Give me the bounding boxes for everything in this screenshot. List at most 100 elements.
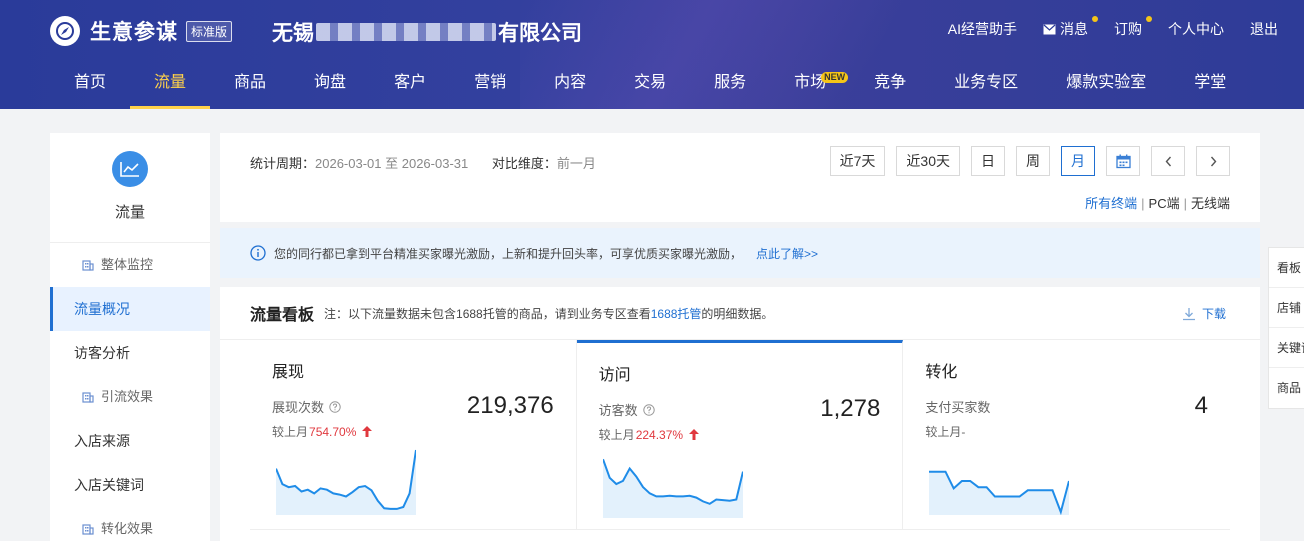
redacted-company-name bbox=[316, 23, 496, 41]
company-name: 无锡 有限公司 bbox=[272, 17, 582, 47]
terminal-switch: 所有终端 | PC端 | 无线端 bbox=[1085, 193, 1230, 212]
top-link-label: AI经营助手 bbox=[947, 21, 1017, 37]
building-icon bbox=[82, 392, 94, 403]
terminal-option-0[interactable]: 所有终端 bbox=[1085, 196, 1137, 211]
compare-label: 较上月 bbox=[598, 428, 635, 442]
nav-item-13[interactable]: 学堂 bbox=[1170, 60, 1250, 109]
sidebar-item-4[interactable]: 入店来源 bbox=[50, 419, 210, 463]
nav-label: 询盘 bbox=[314, 74, 347, 91]
terminal-separator: | bbox=[1183, 196, 1187, 211]
metric-value: 219,376 bbox=[466, 392, 554, 419]
sparkline-area bbox=[602, 459, 743, 518]
anchor-tab-2[interactable]: 关键词 bbox=[1269, 328, 1304, 368]
nav-label: 竞争 bbox=[874, 74, 907, 91]
sidebar-item-label: 入店关键词 bbox=[74, 477, 144, 493]
anchor-tab-1[interactable]: 店铺 bbox=[1269, 288, 1304, 328]
notice-text: 您的同行都已拿到平台精准买家曝光激励，上新和提升回头率，可享优质买家曝光激励， bbox=[274, 246, 743, 261]
metric-name: 支付买家数 bbox=[925, 400, 991, 415]
terminal-option-1[interactable]: PC端 bbox=[1149, 196, 1180, 211]
main-nav: 首页 流量 商品 询盘 客户 营销 内容 交易 服务 市场 NEW 竞争 业务专区 爆款实验室 学堂 bbox=[50, 60, 1250, 109]
nav-item-5[interactable]: 营销 bbox=[450, 60, 530, 109]
top-link-2[interactable]: 订购 bbox=[1114, 16, 1152, 39]
metric-label: 访客数 bbox=[599, 400, 655, 419]
metric-value: 4 bbox=[1194, 392, 1209, 419]
sparkline-area bbox=[276, 450, 416, 515]
period-button-0[interactable]: 近7天 bbox=[829, 146, 886, 176]
anchor-tab-0[interactable]: 看板 bbox=[1269, 248, 1304, 288]
sidebar-item-label: 入店来源 bbox=[74, 433, 130, 449]
chevron-left-button[interactable] bbox=[1151, 146, 1185, 176]
sidebar-header: 流量 bbox=[50, 133, 210, 243]
download-button[interactable]: 下载 bbox=[1182, 305, 1226, 322]
traffic-board: 流量看板 注：以下流量数据未包含1688托管的商品，请到业务专区查看1688托管… bbox=[220, 287, 1260, 541]
nav-item-2[interactable]: 商品 bbox=[210, 60, 290, 109]
period-button-4[interactable]: 月 bbox=[1061, 146, 1095, 176]
top-link-3[interactable]: 个人中心 bbox=[1168, 19, 1224, 39]
metric-label: 展现次数 bbox=[272, 397, 341, 416]
nav-item-3[interactable]: 询盘 bbox=[290, 60, 370, 109]
new-badge: NEW bbox=[821, 72, 849, 83]
sidebar-items: 整体监控 流量概况 访客分析 引流效果 入店来源 入店关键词 转化效果 bbox=[50, 243, 210, 541]
nav-item-8[interactable]: 服务 bbox=[690, 60, 770, 109]
nav-item-0[interactable]: 首页 bbox=[50, 60, 130, 109]
nav-item-4[interactable]: 客户 bbox=[370, 60, 450, 109]
sidebar-item-label: 流量概况 bbox=[74, 301, 130, 317]
nav-item-1[interactable]: 流量 bbox=[130, 60, 211, 109]
sparkline-chart bbox=[602, 458, 743, 518]
top-link-label: 消息 bbox=[1060, 21, 1088, 37]
nav-item-11[interactable]: 业务专区 bbox=[930, 60, 1042, 109]
board-note-link[interactable]: 1688托管 bbox=[651, 307, 702, 321]
period-button-3[interactable]: 周 bbox=[1016, 146, 1050, 176]
compare-label: 较上月 bbox=[272, 425, 309, 439]
nav-item-7[interactable]: 交易 bbox=[610, 60, 690, 109]
brand-logo[interactable]: 生意参谋 标准版 bbox=[50, 16, 233, 46]
mail-icon bbox=[1043, 24, 1056, 34]
compare-label: 对比维度： bbox=[491, 156, 557, 171]
help-icon[interactable] bbox=[329, 400, 341, 413]
nav-item-9[interactable]: 市场 NEW bbox=[770, 60, 850, 109]
nav-label: 首页 bbox=[74, 74, 107, 91]
sidebar-item-5[interactable]: 入店关键词 bbox=[50, 463, 210, 507]
compare-info: 较上月 - bbox=[925, 423, 965, 440]
metric-panel-0[interactable]: 展现 展现次数 219,376 较上月 754.70% bbox=[250, 340, 577, 530]
company-prefix: 无锡 bbox=[272, 22, 314, 45]
period-label: 统计周期： bbox=[250, 156, 316, 171]
nav-item-12[interactable]: 爆款实验室 bbox=[1042, 60, 1170, 109]
panel-title: 转化 bbox=[925, 364, 958, 381]
nav-label: 商品 bbox=[234, 74, 267, 91]
metric-panel-2[interactable]: 转化支付买家数 4 较上月 - bbox=[903, 340, 1231, 530]
top-header: 生意参谋 标准版 无锡 有限公司 AI经营助手 消息 订购 个人中心 退出 首页 流量 商品… bbox=[0, 0, 1304, 109]
metric-value: 1,278 bbox=[820, 395, 881, 422]
board-header: 流量看板 注：以下流量数据未包含1688托管的商品，请到业务专区查看1688托管… bbox=[220, 287, 1260, 340]
top-link-0[interactable]: AI经营助手 bbox=[948, 19, 1017, 39]
sparkline-chart bbox=[276, 449, 416, 515]
filter-card: 统计周期：2026-03-01 至 2026-03-31 对比维度：前一月 近7… bbox=[220, 133, 1260, 222]
terminal-option-2[interactable]: 无线端 bbox=[1191, 196, 1230, 211]
sparkline-chart bbox=[929, 470, 1070, 515]
sidebar-item-0: 整体监控 bbox=[50, 243, 210, 287]
nav-item-10[interactable]: 竞争 bbox=[850, 60, 930, 109]
chevron-right-icon bbox=[1210, 156, 1216, 166]
compass-icon bbox=[50, 16, 80, 46]
nav-item-6[interactable]: 内容 bbox=[530, 60, 610, 109]
board-note-text: 注：以下流量数据未包含1688托管的商品，请到业务专区查看 bbox=[324, 306, 651, 321]
notification-dot bbox=[1146, 16, 1152, 22]
period-button-2[interactable]: 日 bbox=[971, 146, 1005, 176]
notice-link[interactable]: 点此了解>> bbox=[756, 245, 818, 262]
top-link-label: 订购 bbox=[1114, 21, 1142, 37]
metric-panel-1[interactable]: 访问 访客数 1,278 较上月 224.37% bbox=[576, 340, 904, 530]
company-suffix: 有限公司 bbox=[498, 22, 582, 45]
top-link-4[interactable]: 退出 bbox=[1250, 19, 1278, 39]
anchor-tab-3[interactable]: 商品 bbox=[1269, 368, 1304, 408]
line-chart-icon bbox=[112, 151, 148, 187]
nav-label: 营销 bbox=[474, 74, 507, 91]
help-icon[interactable] bbox=[642, 403, 655, 416]
period-button-1[interactable]: 近30天 bbox=[896, 146, 960, 176]
top-link-1[interactable]: 消息 bbox=[1043, 16, 1098, 39]
sidebar-item-2[interactable]: 访客分析 bbox=[50, 331, 210, 375]
period-info: 统计周期：2026-03-01 至 2026-03-31 对比维度：前一月 bbox=[250, 153, 596, 172]
download-label: 下载 bbox=[1201, 307, 1226, 321]
chevron-right-button[interactable] bbox=[1196, 146, 1230, 176]
calendar-button[interactable] bbox=[1106, 146, 1140, 176]
sidebar-item-1[interactable]: 流量概况 bbox=[50, 287, 210, 331]
